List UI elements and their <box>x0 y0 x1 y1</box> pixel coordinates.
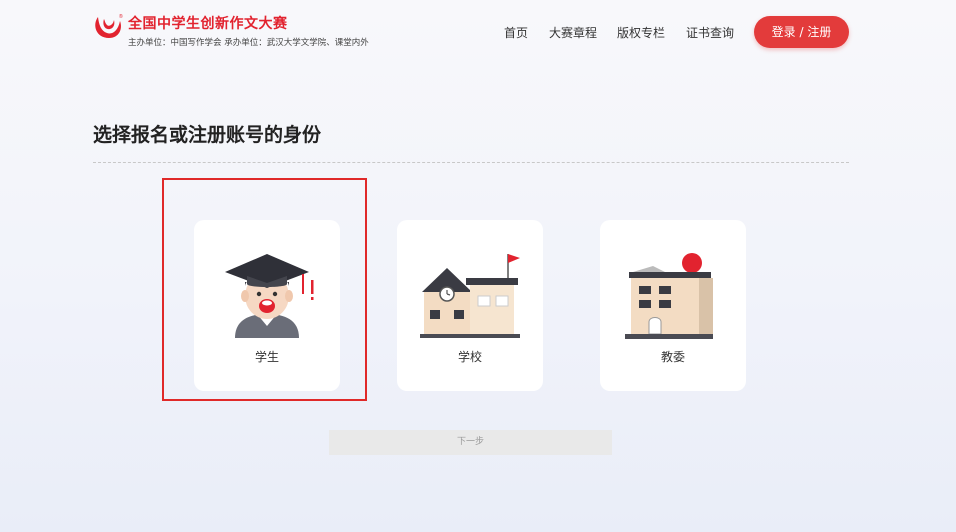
nav-copyright[interactable]: 版权专栏 <box>617 24 665 41</box>
nav-rules[interactable]: 大赛章程 <box>549 24 597 41</box>
nav-home[interactable]: 首页 <box>504 24 528 41</box>
role-card-education-bureau[interactable]: 教委 <box>600 220 746 391</box>
header: ® 全国中学生创新作文大赛 主办单位：中国写作学会 承办单位：武汉大学文学院、课… <box>0 0 956 60</box>
brand-logo-icon[interactable]: ® <box>92 11 126 41</box>
role-card-student[interactable]: 学生 <box>194 220 340 391</box>
student-icon <box>225 254 314 338</box>
page-title: 选择报名或注册账号的身份 <box>93 124 322 146</box>
next-step-button[interactable]: 下一步 <box>329 430 612 455</box>
site-title: 全国中学生创新作文大赛 <box>128 16 288 32</box>
login-register-button[interactable]: 登录 / 注册 <box>754 16 849 48</box>
school-icon <box>420 254 520 338</box>
nav-certificate[interactable]: 证书查询 <box>686 24 734 41</box>
role-label-education-bureau: 教委 <box>660 350 685 364</box>
role-card-school[interactable]: 学校 <box>397 220 543 391</box>
divider <box>93 162 849 163</box>
role-label-student: 学生 <box>254 350 279 364</box>
svg-text:®: ® <box>119 13 123 20</box>
role-label-school: 学校 <box>457 350 482 364</box>
site-subtitle: 主办单位：中国写作学会 承办单位：武汉大学文学院、课堂内外 <box>128 38 369 48</box>
education-bureau-icon <box>625 253 713 339</box>
